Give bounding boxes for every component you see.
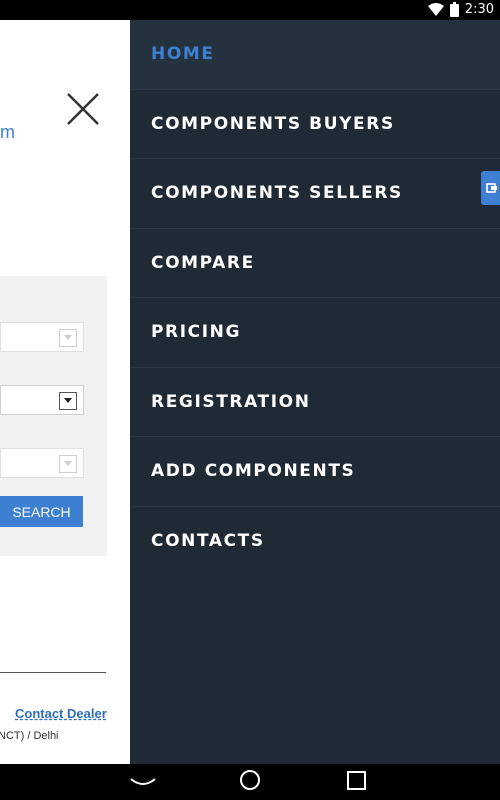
divider: [0, 672, 106, 673]
status-bar: 2:30: [0, 0, 500, 20]
location-text: NCT) / Delhi: [0, 730, 59, 742]
drawer-item-label: HOME: [151, 44, 215, 65]
drawer-item-label: COMPONENTS SELLERS: [151, 183, 403, 204]
share-icon: [486, 183, 497, 193]
chevron-down-icon: [59, 455, 77, 473]
select-field-1[interactable]: [0, 322, 84, 352]
status-time: 2:30: [464, 2, 494, 17]
chevron-down-icon: [59, 329, 77, 347]
drawer-item-components-buyers[interactable]: COMPONENTS BUYERS: [130, 90, 500, 159]
background-page: m SEARCH Contact Dealer NCT) / Delhi: [0, 20, 130, 764]
drawer-item-home[interactable]: HOME: [130, 20, 500, 90]
system-navigation-bar: [0, 764, 500, 800]
status-icons: 2:30: [427, 2, 494, 17]
brand-text-fragment: m: [0, 122, 15, 142]
chevron-down-icon: [59, 392, 77, 410]
drawer-item-label: COMPARE: [151, 252, 255, 273]
contact-dealer-link[interactable]: Contact Dealer: [15, 706, 107, 721]
home-icon[interactable]: [237, 770, 263, 794]
drawer-item-label: COMPONENTS BUYERS: [151, 113, 395, 134]
drawer-item-label: REGISTRATION: [151, 391, 311, 412]
search-panel: SEARCH: [0, 276, 107, 556]
close-icon[interactable]: [64, 90, 102, 128]
back-icon[interactable]: [130, 770, 156, 794]
navigation-drawer: HOME COMPONENTS BUYERS COMPONENTS SELLER…: [130, 20, 500, 764]
drawer-item-label: PRICING: [151, 322, 242, 343]
drawer-item-registration[interactable]: REGISTRATION: [130, 368, 500, 437]
drawer-item-components-sellers[interactable]: COMPONENTS SELLERS: [130, 159, 500, 229]
drawer-item-label: ADD COMPONENTS: [151, 461, 356, 482]
drawer-item-pricing[interactable]: PRICING: [130, 298, 500, 368]
drawer-item-compare[interactable]: COMPARE: [130, 229, 500, 298]
select-field-3[interactable]: [0, 448, 84, 478]
search-button[interactable]: SEARCH: [0, 496, 83, 527]
drawer-item-add-components[interactable]: ADD COMPONENTS: [130, 437, 500, 507]
battery-icon: [449, 2, 459, 17]
drawer-item-label: CONTACTS: [151, 531, 265, 552]
share-tab[interactable]: [481, 171, 500, 205]
recents-icon[interactable]: [344, 770, 370, 794]
select-field-2[interactable]: [0, 385, 84, 415]
wifi-icon: [427, 3, 444, 16]
drawer-item-contacts[interactable]: CONTACTS: [130, 507, 500, 577]
